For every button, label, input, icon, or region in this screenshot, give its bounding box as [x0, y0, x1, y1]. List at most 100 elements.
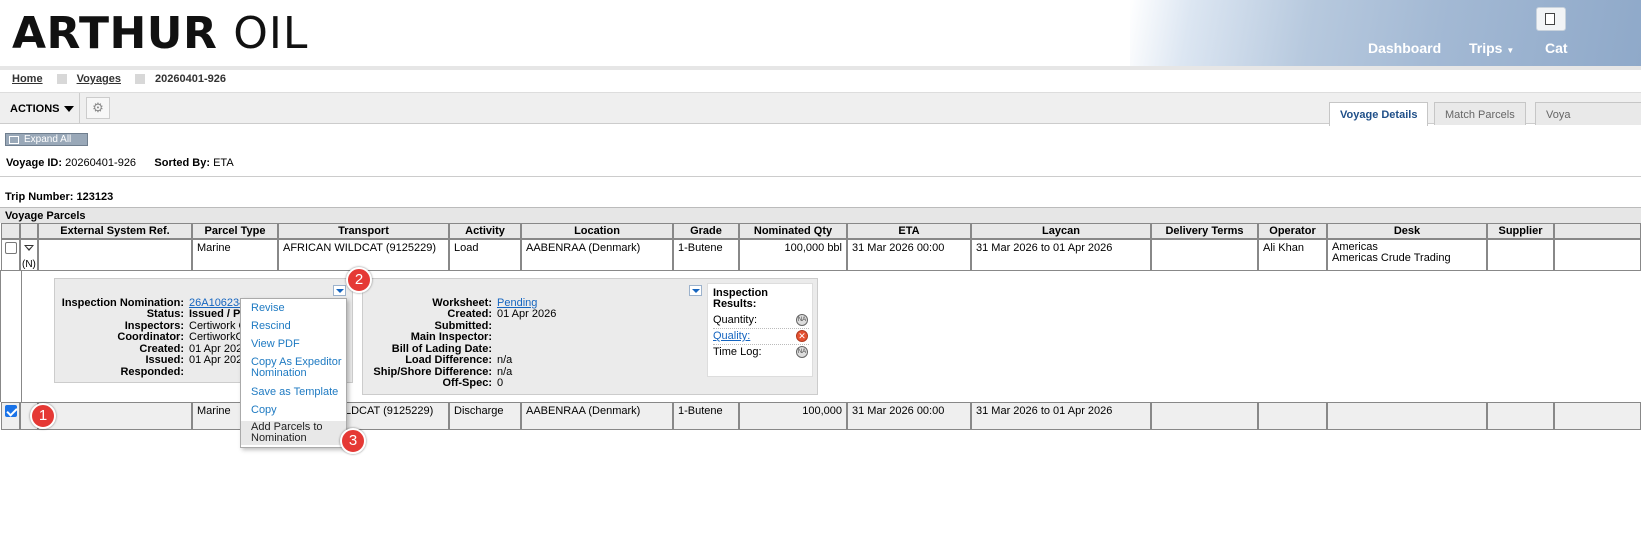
- nav-dashboard[interactable]: Dashboard: [1368, 40, 1441, 56]
- chevron-down-icon: ▼: [1506, 46, 1515, 55]
- nav-cat[interactable]: Cat: [1545, 40, 1568, 56]
- tab-match-parcels[interactable]: Match Parcels: [1434, 102, 1526, 125]
- column-header[interactable]: External System Ref.: [38, 223, 192, 239]
- document-icon: [1545, 13, 1555, 25]
- trip-number-label: Trip Number:: [5, 191, 74, 203]
- quality-link[interactable]: Quality:: [713, 330, 750, 342]
- menu-item-rescind[interactable]: Rescind: [251, 321, 291, 332]
- cell-location: AABENRAA (Denmark): [521, 239, 673, 271]
- breadcrumb-home[interactable]: Home: [12, 73, 43, 85]
- step-badge-2: 2: [346, 267, 372, 293]
- voyage-parcels-title: Voyage Parcels: [0, 207, 1641, 223]
- cell-laycan: 31 Mar 2026 to 01 Apr 2026: [971, 239, 1151, 271]
- divider: [21, 270, 22, 402]
- offspec-label: Off-Spec:: [442, 377, 493, 389]
- worksheet-dropdown-icon[interactable]: [689, 285, 702, 296]
- issued-value: 01 Apr 202: [189, 354, 243, 366]
- coordinator-value: CertiworkC: [189, 331, 244, 343]
- cell-desk: [1327, 402, 1487, 430]
- column-header[interactable]: Supplier: [1487, 223, 1554, 239]
- wrench-icon[interactable]: ⚙: [86, 97, 110, 119]
- expand-all-label: Expand All: [24, 134, 72, 145]
- cell-activity: Load: [449, 239, 521, 271]
- toolbar: ACTIONS ⚙ Voyage Details Match Parcels V…: [0, 92, 1641, 126]
- divider: [713, 328, 809, 329]
- results-title: Inspection Results:: [713, 287, 769, 310]
- desk-sub: Americas Crude Trading: [1332, 252, 1451, 264]
- quantity-label: Quantity:: [713, 314, 758, 326]
- column-header[interactable]: Delivery Terms: [1151, 223, 1258, 239]
- column-header[interactable]: Parcel Type: [192, 223, 278, 239]
- cell-eta: 31 Mar 2026 00:00: [847, 239, 971, 271]
- menu-item-view-pdf[interactable]: View PDF: [251, 339, 300, 350]
- tab-voyage-details[interactable]: Voyage Details: [1329, 102, 1429, 126]
- logo-thin: OIL: [233, 8, 309, 59]
- column-header[interactable]: Nominated Qty: [739, 223, 847, 239]
- cell-grade: 1-Butene: [673, 402, 739, 430]
- nav-trips-label: Trips: [1469, 40, 1503, 56]
- cell-operator: [1258, 402, 1327, 430]
- column-header[interactable]: Operator: [1258, 223, 1327, 239]
- column-header[interactable]: ETA: [847, 223, 971, 239]
- row-checkbox[interactable]: [5, 242, 17, 254]
- row-checkbox-checked[interactable]: [5, 405, 17, 417]
- inspection-results: Inspection Results: Quantity: NA Quality…: [707, 283, 813, 377]
- menu-item-label: Nomination: [251, 367, 307, 379]
- issued-label: Issued:: [145, 354, 184, 366]
- column-header-more[interactable]: [1554, 223, 1641, 239]
- voyage-id: 20260401-926: [65, 157, 137, 169]
- cell-location: AABENRAA (Denmark): [521, 402, 673, 430]
- coordinator-label: Coordinator:: [117, 331, 184, 343]
- menu-item-save-as-template[interactable]: Save as Template: [251, 387, 338, 398]
- row-select-cell: [1, 239, 20, 271]
- column-header[interactable]: Desk: [1327, 223, 1487, 239]
- voyage-info: Voyage ID: 20260401-926 Sorted By: ETA: [6, 157, 234, 169]
- ws-created-value: 01 Apr 2026: [497, 308, 557, 320]
- cell-eta: 31 Mar 2026 00:00: [847, 402, 971, 430]
- tab-voyage-more[interactable]: Voya: [1535, 102, 1641, 125]
- ws-created-label: Created:: [447, 308, 492, 320]
- cell-more: [1554, 402, 1641, 430]
- actions-label: ACTIONS: [10, 102, 60, 115]
- status-label: Status:: [146, 308, 184, 320]
- column-select: [1, 223, 20, 239]
- load-diff-label: Load Difference:: [405, 354, 492, 366]
- main-inspector-label: Main Inspector:: [410, 331, 492, 343]
- menu-item-revise[interactable]: Revise: [251, 303, 285, 314]
- cell-delivery-terms: [1151, 239, 1258, 271]
- offspec-value: 0: [497, 377, 504, 389]
- header-divider: [0, 66, 1641, 70]
- collapse-triangle-icon[interactable]: [24, 245, 34, 251]
- expand-icon: [9, 136, 19, 144]
- app-header: ARTHUR OIL Dashboard Trips ▼ Cat: [0, 0, 1641, 66]
- expand-all-button[interactable]: Expand All: [5, 133, 88, 146]
- menu-item-copy[interactable]: Copy: [251, 405, 277, 416]
- step-badge-1: 1: [30, 403, 56, 429]
- breadcrumb-voyages[interactable]: Voyages: [77, 73, 121, 85]
- divider: [0, 176, 1641, 177]
- column-header[interactable]: Transport: [278, 223, 449, 239]
- column-header[interactable]: Location: [521, 223, 673, 239]
- na-status-icon: NA: [796, 346, 808, 358]
- column-expand: [20, 223, 38, 239]
- step-badge-3: 3: [340, 428, 366, 454]
- cell-external-ref: [38, 239, 192, 271]
- menu-item-label: Nomination: [251, 432, 307, 444]
- row-select-cell: [1, 402, 20, 430]
- nomination-dropdown-icon[interactable]: [333, 285, 346, 296]
- load-diff-value: n/a: [497, 354, 513, 366]
- column-header[interactable]: Grade: [673, 223, 739, 239]
- column-header[interactable]: Activity: [449, 223, 521, 239]
- cell-external-ref: [38, 402, 192, 430]
- nav-trips[interactable]: Trips ▼: [1469, 40, 1514, 56]
- sorted-by-value: ETA: [213, 157, 234, 169]
- column-header[interactable]: Laycan: [971, 223, 1151, 239]
- menu-item-add-parcels[interactable]: Add Parcels to Nomination: [241, 421, 346, 445]
- divider: [713, 344, 809, 345]
- menu-item-copy-as-expeditor[interactable]: Copy As Expeditor Nomination: [251, 357, 342, 379]
- arthur-oil-logo[interactable]: ARTHUR OIL: [12, 8, 308, 59]
- actions-menu[interactable]: ACTIONS: [0, 93, 80, 124]
- trip-number-value: 123123: [76, 191, 114, 203]
- user-menu-button[interactable]: [1536, 7, 1566, 31]
- cell-nominated-qty: 100,000 bbl: [739, 239, 847, 271]
